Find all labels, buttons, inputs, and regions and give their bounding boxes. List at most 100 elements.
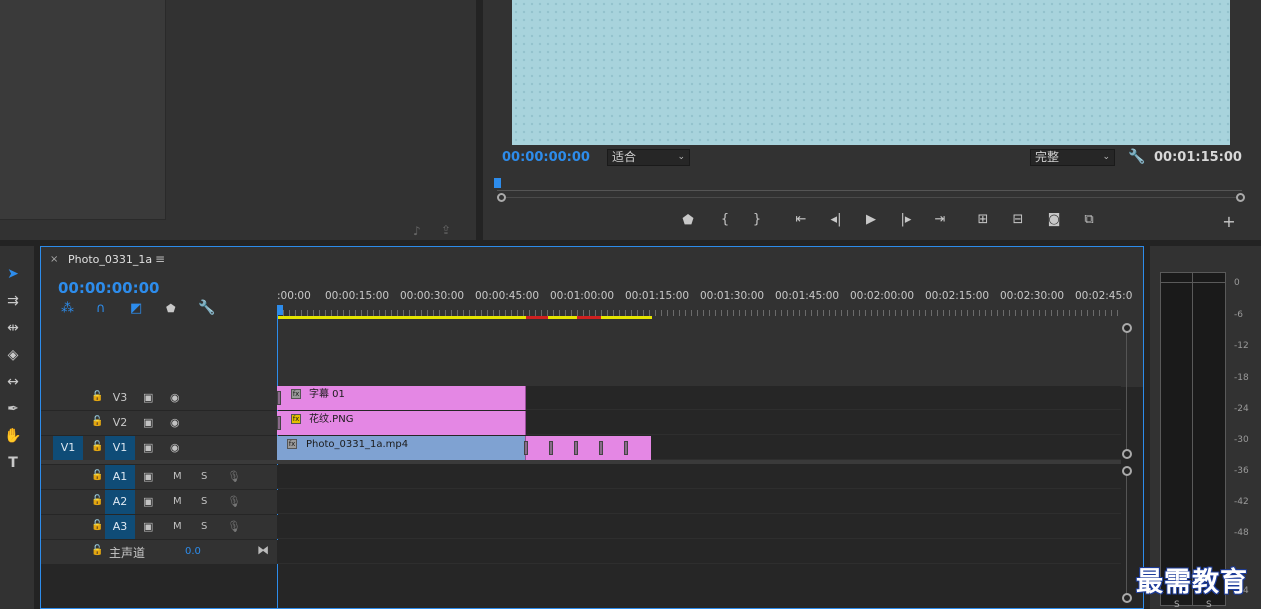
track-label-a1[interactable]: A1 bbox=[105, 465, 135, 489]
mic-icon[interactable]: 🎙 bbox=[227, 495, 241, 508]
lock-icon[interactable]: 🔓 bbox=[91, 470, 103, 481]
meter-solo-left[interactable]: S bbox=[1174, 600, 1180, 609]
wrench-icon[interactable]: 🔧 bbox=[198, 300, 215, 316]
track-label-a3[interactable]: A3 bbox=[105, 515, 135, 539]
type-tool-icon[interactable]: T bbox=[3, 453, 23, 473]
track-divider[interactable] bbox=[41, 460, 1121, 464]
linked-selection-icon[interactable]: ◩ bbox=[130, 301, 142, 316]
timeline-playhead-timecode[interactable]: 00:00:00:00 bbox=[58, 279, 160, 297]
mute-button[interactable]: M bbox=[173, 471, 182, 482]
keyframe-marker[interactable] bbox=[549, 441, 553, 455]
meter-solo-right[interactable]: S bbox=[1206, 600, 1212, 609]
razor-tool-icon[interactable]: ◈ bbox=[3, 345, 23, 365]
source-patch-v1[interactable]: V1 bbox=[53, 436, 83, 460]
close-tab-icon[interactable]: × bbox=[50, 254, 58, 265]
export-audio-icon[interactable]: ♪ bbox=[413, 224, 421, 238]
comparison-view-icon[interactable]: ⧉ bbox=[1080, 212, 1098, 227]
program-ruler[interactable] bbox=[497, 190, 1242, 191]
extract-icon[interactable]: ⊟ bbox=[1009, 212, 1027, 227]
keyframe-marker[interactable] bbox=[624, 441, 628, 455]
film-icon[interactable]: ▣ bbox=[143, 520, 153, 533]
keyframe-marker[interactable] bbox=[277, 391, 281, 405]
video-vscroll-bottom[interactable] bbox=[1122, 449, 1132, 459]
lock-icon[interactable]: 🔓 bbox=[91, 495, 103, 506]
track-a2[interactable] bbox=[277, 490, 1121, 514]
mark-out-icon[interactable]: } bbox=[748, 212, 766, 227]
solo-button[interactable]: S bbox=[201, 471, 207, 482]
clip-transition-segment[interactable] bbox=[526, 436, 651, 460]
play-icon[interactable]: ▶ bbox=[862, 212, 880, 227]
snap-icon[interactable]: ∩ bbox=[96, 301, 106, 316]
track-label-v3[interactable]: V3 bbox=[105, 386, 135, 410]
add-button-icon[interactable]: + bbox=[1220, 212, 1238, 231]
step-back-icon[interactable]: ◂| bbox=[827, 212, 845, 227]
lock-icon[interactable]: 🔓 bbox=[91, 391, 103, 402]
video-vscroll[interactable] bbox=[1126, 330, 1127, 454]
solo-button[interactable]: S bbox=[201, 496, 207, 507]
program-scroll-start[interactable] bbox=[497, 193, 506, 202]
program-playhead-timecode[interactable]: 00:00:00:00 bbox=[502, 150, 590, 165]
track-select-tool-icon[interactable]: ⇉ bbox=[3, 291, 23, 311]
solo-button[interactable]: S bbox=[201, 521, 207, 532]
track-label-v1[interactable]: V1 bbox=[105, 436, 135, 460]
step-forward-icon[interactable]: |▸ bbox=[897, 212, 915, 227]
lock-icon[interactable]: 🔓 bbox=[91, 520, 103, 531]
mic-icon[interactable]: 🎙 bbox=[227, 470, 241, 483]
track-a3[interactable] bbox=[277, 515, 1121, 539]
keyframe-marker[interactable] bbox=[524, 441, 528, 455]
program-scrollbar[interactable] bbox=[506, 197, 1236, 198]
hand-tool-icon[interactable]: ✋ bbox=[3, 426, 23, 446]
ripple-edit-tool-icon[interactable]: ⇹ bbox=[3, 318, 23, 338]
quality-select[interactable]: 完整 ⌄ bbox=[1030, 149, 1115, 166]
video-vscroll-top[interactable] bbox=[1122, 323, 1132, 333]
lock-icon[interactable]: 🔓 bbox=[91, 416, 103, 427]
mic-icon[interactable]: 🎙 bbox=[227, 520, 241, 533]
keyframe-marker[interactable] bbox=[277, 416, 281, 430]
mute-button[interactable]: M bbox=[173, 496, 182, 507]
eye-icon[interactable]: ◉ bbox=[170, 391, 180, 404]
film-icon[interactable]: ▣ bbox=[143, 470, 153, 483]
track-label-v2[interactable]: V2 bbox=[105, 411, 135, 435]
timeline-playhead-handle[interactable] bbox=[277, 305, 283, 315]
lift-icon[interactable]: ⊞ bbox=[974, 212, 992, 227]
wrench-icon[interactable]: 🔧 bbox=[1128, 149, 1145, 165]
add-marker-icon[interactable]: ⬟ bbox=[166, 302, 176, 315]
mute-button[interactable]: M bbox=[173, 521, 182, 532]
film-icon[interactable]: ▣ bbox=[143, 441, 153, 454]
program-playhead[interactable] bbox=[494, 178, 501, 188]
program-scroll-end[interactable] bbox=[1236, 193, 1245, 202]
track-label-a2[interactable]: A2 bbox=[105, 490, 135, 514]
export-frame-icon[interactable]: ⇪ bbox=[441, 223, 451, 237]
go-to-end-icon[interactable]: ⧓ bbox=[257, 543, 269, 557]
add-marker-icon[interactable]: ⬟ bbox=[679, 213, 697, 228]
pen-tool-icon[interactable]: ✒ bbox=[3, 399, 23, 419]
keyframe-marker[interactable] bbox=[574, 441, 578, 455]
audio-vscroll-bottom[interactable] bbox=[1122, 593, 1132, 603]
clip-photo-mp4[interactable]: fx Photo_0331_1a.mp4 bbox=[277, 436, 526, 460]
selection-tool-icon[interactable]: ➤ bbox=[3, 264, 23, 284]
eye-icon[interactable]: ◉ bbox=[170, 441, 180, 454]
go-to-out-icon[interactable]: ⇥ bbox=[931, 212, 949, 227]
master-volume-value[interactable]: 0.0 bbox=[185, 546, 201, 557]
keyframe-marker[interactable] bbox=[599, 441, 603, 455]
track-a1[interactable] bbox=[277, 465, 1121, 489]
film-icon[interactable]: ▣ bbox=[143, 495, 153, 508]
lock-icon[interactable]: 🔓 bbox=[91, 545, 103, 556]
panel-menu-icon[interactable]: ≡ bbox=[155, 252, 165, 266]
go-to-in-icon[interactable]: ⇤ bbox=[792, 212, 810, 227]
mark-in-icon[interactable]: { bbox=[716, 212, 734, 227]
lock-icon[interactable]: 🔓 bbox=[91, 441, 103, 452]
track-master[interactable] bbox=[277, 540, 1121, 564]
film-icon[interactable]: ▣ bbox=[143, 416, 153, 429]
sequence-tab[interactable]: Photo_0331_1a bbox=[68, 253, 152, 266]
audio-vscroll[interactable] bbox=[1126, 470, 1127, 598]
clip-title-01[interactable]: fx 字幕 01 bbox=[277, 386, 526, 410]
film-icon[interactable]: ▣ bbox=[143, 391, 153, 404]
eye-icon[interactable]: ◉ bbox=[170, 416, 180, 429]
audio-vscroll-top[interactable] bbox=[1122, 466, 1132, 476]
camera-icon[interactable]: ◙ bbox=[1045, 212, 1063, 227]
slip-tool-icon[interactable]: ↔ bbox=[3, 372, 23, 392]
nest-icon[interactable]: ⁂ bbox=[61, 301, 74, 316]
clip-pattern-png[interactable]: fx 花纹.PNG bbox=[277, 411, 526, 435]
zoom-select[interactable]: 适合 ⌄ bbox=[607, 149, 690, 166]
